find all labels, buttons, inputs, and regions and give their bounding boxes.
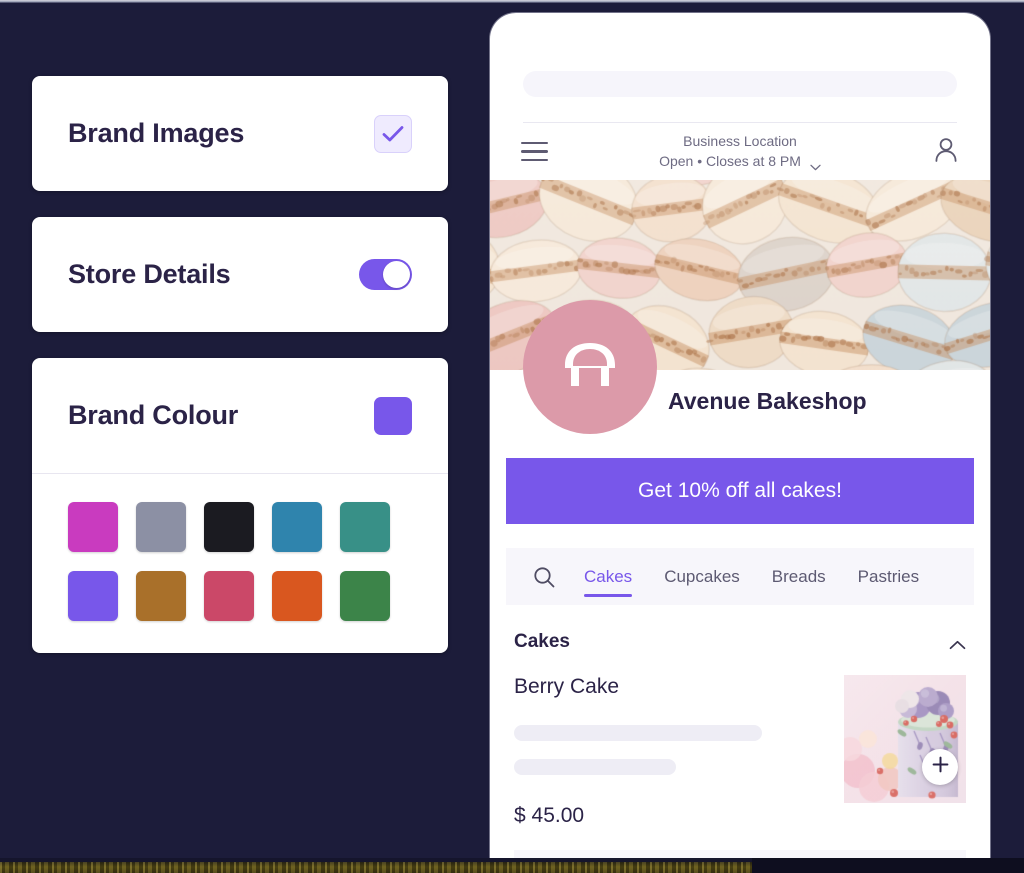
promo-text: Get 10% off all cakes! [638, 479, 842, 503]
colour-palette [32, 474, 448, 653]
palette-swatch-purple[interactable] [68, 571, 118, 621]
tab-cupcakes[interactable]: Cupcakes [648, 548, 756, 605]
promo-banner[interactable]: Get 10% off all cakes! [506, 458, 974, 524]
chevron-down-icon [810, 158, 821, 165]
add-to-cart-button[interactable] [922, 749, 958, 785]
chevron-up-icon[interactable] [949, 637, 966, 647]
palette-swatch-steel-blue[interactable] [272, 502, 322, 552]
bread-loaf-icon [557, 338, 623, 397]
search-icon[interactable] [520, 565, 568, 589]
product-description-placeholder-2 [514, 759, 676, 775]
address-bar-input[interactable] [523, 71, 957, 97]
palette-swatch-raspberry[interactable] [204, 571, 254, 621]
card-store-details: Store Details [32, 217, 448, 332]
palette-swatch-ochre-brown[interactable] [136, 571, 186, 621]
hamburger-icon[interactable] [521, 142, 548, 162]
palette-swatch-forest-green[interactable] [340, 571, 390, 621]
brand-colour-label: Brand Colour [68, 400, 238, 431]
tab-pastries[interactable]: Pastries [842, 548, 935, 605]
brand-images-checkbox[interactable] [374, 115, 412, 153]
palette-swatch-slate-grey[interactable] [136, 502, 186, 552]
catalog-section-cakes[interactable]: Cakes [514, 605, 966, 653]
palette-swatch-orange[interactable] [272, 571, 322, 621]
person-icon[interactable] [933, 136, 959, 168]
header-location-block: Business Location Open • Closes at 8 PM [490, 132, 990, 171]
product-info: Berry Cake $ 45.00 [514, 675, 844, 828]
product-name: Berry Cake [514, 675, 826, 699]
shop-name: Avenue Bakeshop [668, 388, 867, 415]
palette-swatch-magenta[interactable] [68, 502, 118, 552]
card-brand-colour: Brand Colour [32, 358, 448, 653]
store-details-row[interactable]: Store Details [32, 217, 448, 332]
app-header: Business Location Open • Closes at 8 PM [490, 123, 990, 180]
shop-identity-band: Avenue Bakeshop [490, 370, 990, 448]
palette-swatch-teal[interactable] [340, 502, 390, 552]
business-hours-label: Open • Closes at 8 PM [659, 151, 801, 171]
plus-icon [932, 756, 949, 778]
toggle-knob [383, 261, 410, 288]
product-thumbnail-canvas [844, 675, 966, 803]
store-details-toggle[interactable] [359, 259, 412, 290]
product-row[interactable]: Berry Cake $ 45.00 [514, 653, 966, 828]
catalog: Cakes Berry Cake $ 45.00 [490, 605, 990, 868]
tab-list: Cakes Cupcakes Breads Pastries [568, 548, 935, 605]
card-brand-images: Brand Images [32, 76, 448, 191]
store-details-label: Store Details [68, 259, 230, 290]
palette-swatch-near-black[interactable] [204, 502, 254, 552]
tab-breads[interactable]: Breads [756, 548, 842, 605]
screen-bottom-artifact [0, 858, 1024, 873]
phone-preview: Business Location Open • Closes at 8 PM [490, 13, 990, 868]
app-stage: Brand Images Store Details Brand Colour … [0, 3, 1024, 858]
catalog-section-title: Cakes [514, 631, 570, 653]
check-icon [382, 125, 404, 143]
business-hours-dropdown[interactable]: Open • Closes at 8 PM [659, 151, 821, 171]
brand-colour-row[interactable]: Brand Colour [32, 358, 448, 473]
business-location-label: Business Location [490, 132, 990, 151]
category-tab-bar: Cakes Cupcakes Breads Pastries [506, 548, 974, 605]
shop-logo [523, 300, 657, 434]
product-price: $ 45.00 [514, 804, 826, 828]
settings-panel: Brand Images Store Details Brand Colour [32, 76, 448, 679]
brand-colour-current-swatch[interactable] [374, 397, 412, 435]
browser-chrome [490, 13, 990, 123]
product-description-placeholder-1 [514, 725, 762, 741]
product-thumbnail [844, 675, 966, 803]
brand-images-label: Brand Images [68, 118, 244, 149]
tab-cakes[interactable]: Cakes [568, 548, 648, 605]
brand-images-row[interactable]: Brand Images [32, 76, 448, 191]
